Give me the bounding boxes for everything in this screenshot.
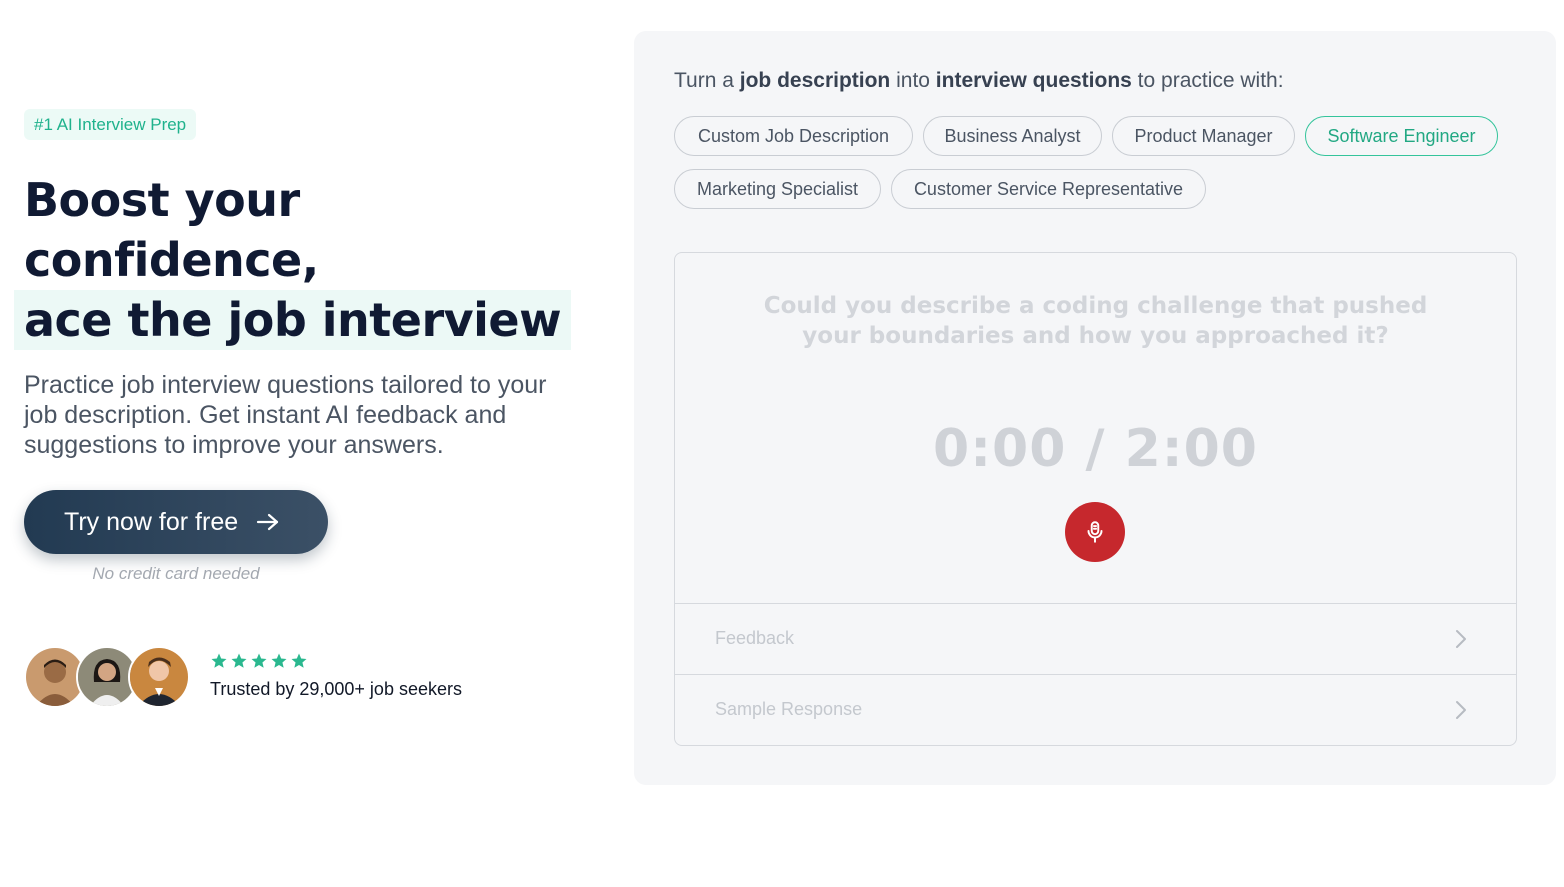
- sample-response-section[interactable]: Sample Response: [675, 674, 1516, 745]
- rating-stars: [210, 652, 308, 670]
- sample-response-label: Sample Response: [715, 699, 863, 719]
- record-button[interactable]: [1065, 502, 1125, 562]
- headline-line-2: confidence,: [24, 233, 319, 287]
- star-icon: [211, 653, 227, 668]
- arrow-right-icon: [256, 512, 280, 532]
- headline-line-3-highlight: ace the job interview: [14, 290, 572, 350]
- chip-business-analyst[interactable]: Business Analyst: [923, 116, 1102, 156]
- prompt-text: into: [890, 69, 936, 92]
- no-credit-card-note: No credit card needed: [92, 564, 260, 583]
- try-now-button[interactable]: Try now for free: [24, 490, 328, 554]
- star-icon: [271, 653, 287, 668]
- hero-headline: Boost your confidence, ace the job inter…: [14, 170, 572, 350]
- practice-panel: Turn a job description into interview qu…: [634, 31, 1556, 785]
- try-now-label: Try now for free: [64, 507, 239, 536]
- prompt-text: to practice with:: [1131, 69, 1284, 92]
- prompt-bold: job description: [739, 69, 891, 92]
- interview-question: Could you describe a coding challenge th…: [763, 293, 1428, 349]
- trusted-by-text: Trusted by 29,000+ job seekers: [210, 679, 462, 699]
- feedback-section[interactable]: Feedback: [675, 603, 1516, 674]
- star-icon: [231, 653, 247, 668]
- headline-line-1: Boost your: [24, 173, 300, 227]
- chevron-right-icon: [1456, 701, 1466, 719]
- chip-customer-service-representative[interactable]: Customer Service Representative: [891, 169, 1206, 209]
- hero-subtitle: Practice job interview questions tailore…: [24, 371, 547, 459]
- chip-marketing-specialist[interactable]: Marketing Specialist: [674, 169, 881, 209]
- chip-custom-job-description[interactable]: Custom Job Description: [674, 116, 913, 156]
- chip-product-manager[interactable]: Product Manager: [1112, 116, 1295, 156]
- chip-software-engineer[interactable]: Software Engineer: [1305, 116, 1498, 156]
- panel-prompt: Turn a job description into interview qu…: [674, 69, 1284, 93]
- microphone-icon: [1087, 521, 1103, 543]
- chevron-right-icon: [1456, 630, 1466, 648]
- hero-badge: #1 AI Interview Prep: [24, 109, 197, 140]
- star-icon: [291, 653, 307, 668]
- star-icon: [251, 653, 267, 668]
- recording-timer: 0:00 / 2:00: [933, 419, 1258, 479]
- question-card: Could you describe a coding challenge th…: [674, 252, 1517, 746]
- feedback-label: Feedback: [715, 628, 795, 648]
- prompt-bold: interview questions: [935, 69, 1132, 92]
- prompt-text: Turn a: [674, 69, 740, 92]
- avatar: [128, 646, 190, 708]
